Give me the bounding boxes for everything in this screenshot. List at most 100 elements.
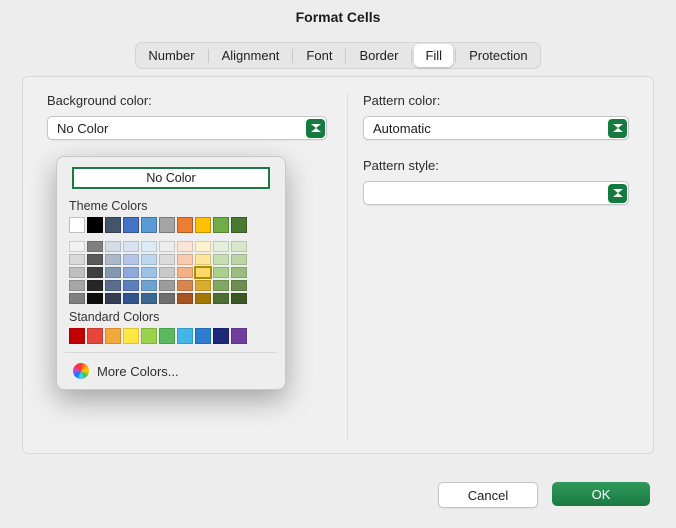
tab-fill[interactable]: Fill: [414, 44, 453, 67]
tab-protection[interactable]: Protection: [458, 44, 539, 67]
pattern-color-value: Automatic: [373, 121, 431, 136]
standard-color-swatch[interactable]: [231, 328, 247, 344]
theme-shade-swatch[interactable]: [69, 267, 85, 278]
theme-shade-swatch[interactable]: [177, 254, 193, 265]
theme-colors-grid: [69, 217, 277, 304]
background-color-label: Background color:: [47, 93, 327, 108]
chevron-down-icon: [608, 119, 627, 138]
standard-color-swatch[interactable]: [123, 328, 139, 344]
tab-number[interactable]: Number: [137, 44, 205, 67]
theme-shade-swatch[interactable]: [87, 241, 103, 252]
ok-button[interactable]: OK: [552, 482, 650, 506]
theme-shade-swatch[interactable]: [123, 267, 139, 278]
theme-shade-swatch[interactable]: [69, 241, 85, 252]
theme-color-swatch[interactable]: [195, 217, 211, 233]
theme-color-swatch[interactable]: [177, 217, 193, 233]
theme-shade-swatch[interactable]: [105, 267, 121, 278]
theme-shade-swatch[interactable]: [159, 241, 175, 252]
theme-shade-swatch[interactable]: [177, 293, 193, 304]
theme-shade-swatch[interactable]: [123, 254, 139, 265]
theme-shade-swatch[interactable]: [177, 280, 193, 291]
no-color-option[interactable]: No Color: [72, 167, 270, 189]
cancel-button[interactable]: Cancel: [438, 482, 538, 508]
theme-shade-swatch[interactable]: [231, 293, 247, 304]
theme-shade-swatch[interactable]: [231, 241, 247, 252]
standard-color-swatch[interactable]: [159, 328, 175, 344]
theme-color-swatch[interactable]: [159, 217, 175, 233]
theme-shade-swatch[interactable]: [231, 267, 247, 278]
theme-shade-swatch[interactable]: [195, 293, 211, 304]
background-color-value: No Color: [57, 121, 108, 136]
theme-shade-swatch[interactable]: [159, 254, 175, 265]
theme-colors-heading: Theme Colors: [69, 199, 277, 213]
pattern-color-label: Pattern color:: [363, 93, 629, 108]
theme-shade-swatch[interactable]: [177, 267, 193, 278]
theme-shade-swatch[interactable]: [195, 254, 211, 265]
chevron-down-icon: [306, 119, 325, 138]
theme-shade-swatch[interactable]: [87, 293, 103, 304]
theme-shade-swatch[interactable]: [213, 241, 229, 252]
theme-color-swatch[interactable]: [141, 217, 157, 233]
standard-color-swatch[interactable]: [87, 328, 103, 344]
theme-shade-swatch[interactable]: [123, 293, 139, 304]
theme-shade-swatch[interactable]: [213, 267, 229, 278]
standard-colors-heading: Standard Colors: [69, 310, 277, 324]
theme-shade-swatch[interactable]: [87, 267, 103, 278]
standard-color-swatch[interactable]: [105, 328, 121, 344]
theme-color-swatch[interactable]: [87, 217, 103, 233]
more-colors-button[interactable]: More Colors...: [65, 359, 277, 381]
window-title: Format Cells: [0, 0, 676, 32]
theme-color-swatch[interactable]: [123, 217, 139, 233]
chevron-down-icon: [608, 184, 627, 203]
standard-color-swatch[interactable]: [213, 328, 229, 344]
theme-shade-swatch[interactable]: [195, 280, 211, 291]
theme-shade-swatch[interactable]: [141, 293, 157, 304]
pattern-style-label: Pattern style:: [363, 158, 629, 173]
theme-shade-swatch[interactable]: [69, 280, 85, 291]
theme-shade-swatch[interactable]: [159, 293, 175, 304]
theme-shade-swatch[interactable]: [141, 280, 157, 291]
standard-color-swatch[interactable]: [141, 328, 157, 344]
popup-divider: [65, 352, 277, 353]
standard-color-swatch[interactable]: [177, 328, 193, 344]
theme-shade-swatch[interactable]: [213, 280, 229, 291]
theme-color-swatch[interactable]: [69, 217, 85, 233]
theme-shade-swatch[interactable]: [141, 241, 157, 252]
color-wheel-icon: [73, 363, 89, 379]
background-color-combo[interactable]: No Color: [47, 116, 327, 140]
theme-shade-swatch[interactable]: [141, 267, 157, 278]
theme-shade-swatch[interactable]: [213, 293, 229, 304]
theme-shade-swatch[interactable]: [159, 280, 175, 291]
theme-shade-swatch[interactable]: [195, 267, 211, 278]
theme-shade-swatch[interactable]: [69, 293, 85, 304]
color-picker-popup: No Color Theme Colors Standard Colors Mo…: [56, 156, 286, 390]
theme-color-swatch[interactable]: [231, 217, 247, 233]
footer: Cancel OK: [438, 482, 650, 508]
theme-shade-swatch[interactable]: [105, 293, 121, 304]
standard-color-swatch[interactable]: [69, 328, 85, 344]
theme-shade-swatch[interactable]: [177, 241, 193, 252]
theme-shade-swatch[interactable]: [87, 280, 103, 291]
tab-border[interactable]: Border: [348, 44, 409, 67]
theme-shade-swatch[interactable]: [213, 254, 229, 265]
pattern-style-combo[interactable]: [363, 181, 629, 205]
tab-font[interactable]: Font: [295, 44, 343, 67]
theme-shade-swatch[interactable]: [231, 254, 247, 265]
theme-shade-swatch[interactable]: [123, 280, 139, 291]
more-colors-label: More Colors...: [97, 364, 179, 379]
theme-shade-swatch[interactable]: [69, 254, 85, 265]
theme-shade-swatch[interactable]: [123, 241, 139, 252]
theme-color-swatch[interactable]: [213, 217, 229, 233]
pattern-color-combo[interactable]: Automatic: [363, 116, 629, 140]
standard-color-swatch[interactable]: [195, 328, 211, 344]
theme-shade-swatch[interactable]: [141, 254, 157, 265]
theme-shade-swatch[interactable]: [105, 254, 121, 265]
theme-shade-swatch[interactable]: [105, 241, 121, 252]
theme-color-swatch[interactable]: [105, 217, 121, 233]
theme-shade-swatch[interactable]: [87, 254, 103, 265]
theme-shade-swatch[interactable]: [195, 241, 211, 252]
theme-shade-swatch[interactable]: [105, 280, 121, 291]
tab-alignment[interactable]: Alignment: [211, 44, 291, 67]
theme-shade-swatch[interactable]: [231, 280, 247, 291]
theme-shade-swatch[interactable]: [159, 267, 175, 278]
